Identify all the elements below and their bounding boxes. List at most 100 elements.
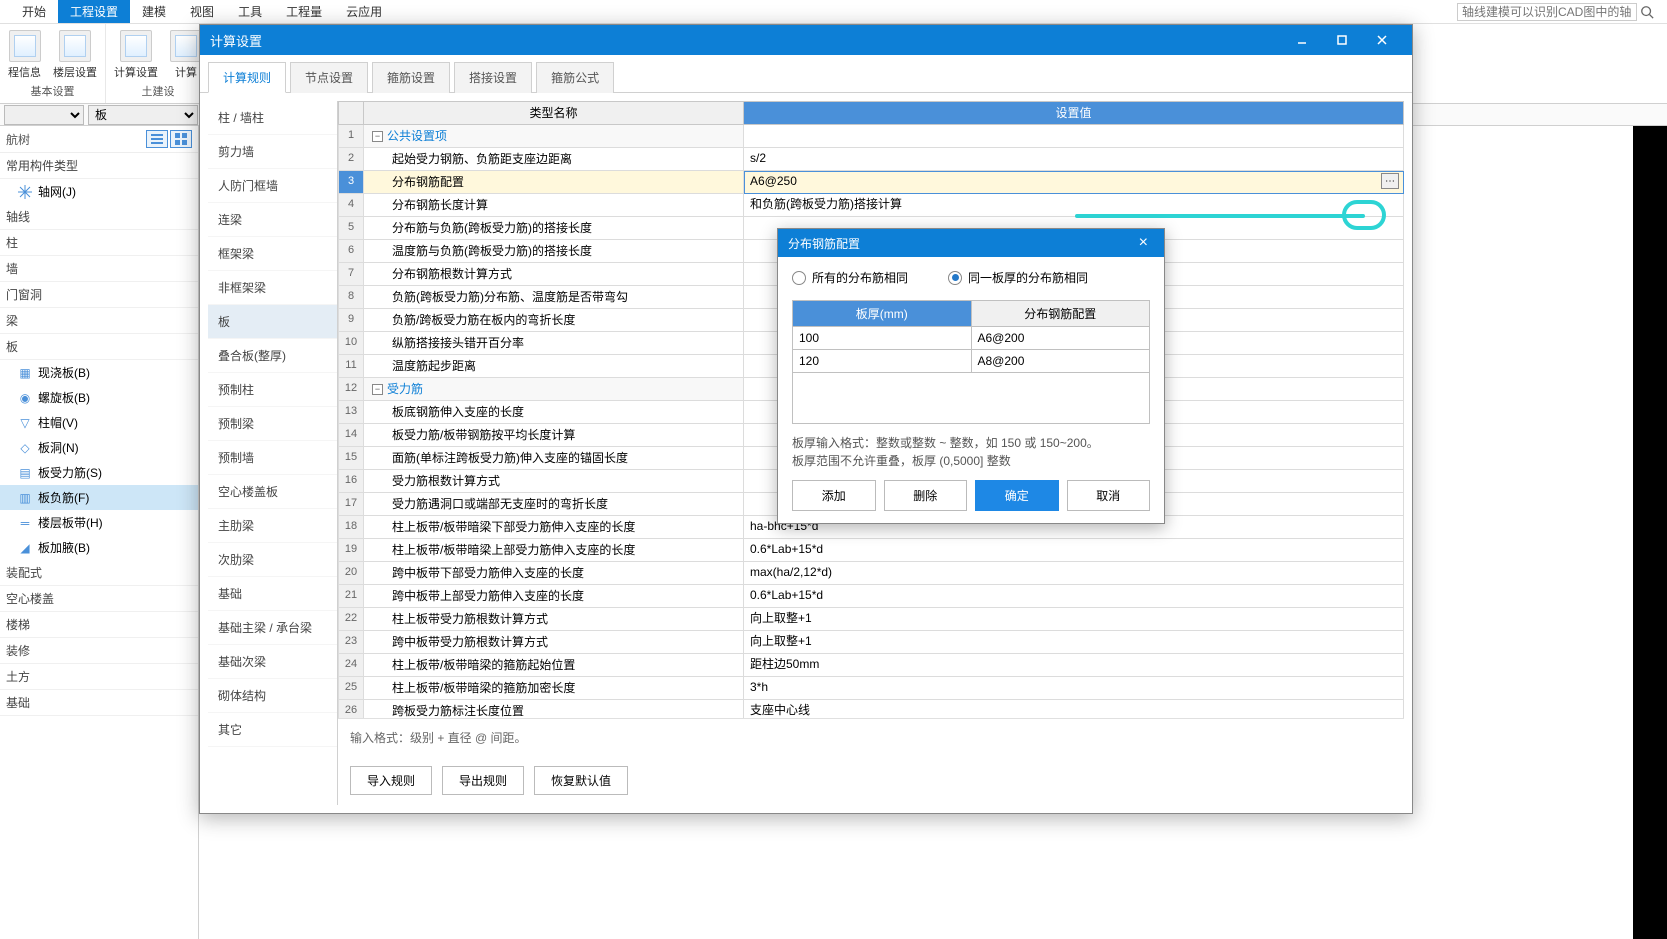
popup-button[interactable]: 取消 <box>1067 480 1151 511</box>
popup-button[interactable]: 添加 <box>792 480 876 511</box>
category-item[interactable]: 连梁 <box>208 203 337 237</box>
dialog-tab[interactable]: 节点设置 <box>290 62 368 93</box>
settings-row[interactable]: 19柱上板带/板带暗梁上部受力筋伸入支座的长度0.6*Lab+15*d <box>338 539 1404 562</box>
ribbon-project-info[interactable]: 程信息 <box>8 30 41 80</box>
settings-row[interactable]: 25柱上板带/板带暗梁的箍筋加密长度3*h <box>338 677 1404 700</box>
tree-cat[interactable]: 梁 <box>0 308 198 334</box>
footer-button[interactable]: 导出规则 <box>442 766 524 795</box>
footer-button[interactable]: 恢复默认值 <box>534 766 628 795</box>
category-item[interactable]: 砌体结构 <box>208 679 337 713</box>
row-value[interactable]: s/2 <box>744 148 1404 171</box>
tree-item-board[interactable]: ◉螺旋板(B) <box>0 385 198 410</box>
menu-start[interactable]: 开始 <box>10 0 58 23</box>
grid-view-icon[interactable] <box>170 130 192 148</box>
category-item[interactable]: 基础次梁 <box>208 645 337 679</box>
col-rebar-config[interactable]: 分布钢筋配置 <box>972 301 1150 327</box>
category-item[interactable]: 其它 <box>208 713 337 747</box>
category-item[interactable]: 预制梁 <box>208 407 337 441</box>
minimize-icon[interactable] <box>1282 25 1322 55</box>
ellipsis-button[interactable]: ⋯ <box>1381 173 1399 189</box>
dialog-tab[interactable]: 箍筋公式 <box>536 62 614 93</box>
list-view-icon[interactable] <box>146 130 168 148</box>
row-value[interactable]: A6@250⋯ <box>744 171 1404 194</box>
settings-row[interactable]: 2起始受力钢筋、负筋距支座边距离s/2 <box>338 148 1404 171</box>
settings-row[interactable]: 4分布钢筋长度计算和负筋(跨板受力筋)搭接计算 <box>338 194 1404 217</box>
settings-row[interactable]: 22柱上板带受力筋根数计算方式向上取整+1 <box>338 608 1404 631</box>
col-thickness[interactable]: 板厚(mm) <box>793 301 972 327</box>
cell-config[interactable]: A8@200 <box>972 350 1150 373</box>
category-item[interactable]: 板 <box>208 305 337 339</box>
category-item[interactable]: 柱 / 墙柱 <box>208 101 337 135</box>
tree-item-board[interactable]: ◢板加腋(B) <box>0 535 198 560</box>
category-item[interactable]: 基础主梁 / 承台梁 <box>208 611 337 645</box>
tree-cat[interactable]: 基础 <box>0 690 198 716</box>
popup-button[interactable]: 删除 <box>884 480 968 511</box>
tree-cat[interactable]: 装配式 <box>0 560 198 586</box>
tree-cat[interactable]: 轴线 <box>0 204 198 230</box>
maximize-icon[interactable] <box>1322 25 1362 55</box>
tree-cat[interactable]: 柱 <box>0 230 198 256</box>
radio-all-same[interactable]: 所有的分布筋相同 <box>792 269 908 286</box>
search-input[interactable] <box>1457 3 1637 21</box>
collapse-icon[interactable]: − <box>372 131 383 142</box>
table-row[interactable]: 100A6@200 <box>793 327 1149 350</box>
row-value[interactable]: 支座中心线 <box>744 700 1404 718</box>
menu-quantity[interactable]: 工程量 <box>274 0 334 23</box>
tree-item-board[interactable]: ▤板受力筋(S) <box>0 460 198 485</box>
popup-button[interactable]: 确定 <box>975 480 1059 511</box>
menu-tools[interactable]: 工具 <box>226 0 274 23</box>
cell-thickness[interactable]: 100 <box>793 327 972 350</box>
row-value[interactable]: 0.6*Lab+15*d <box>744 585 1404 608</box>
row-value[interactable]: 和负筋(跨板受力筋)搭接计算 <box>744 194 1404 217</box>
tree-item-board[interactable]: ▦现浇板(B) <box>0 360 198 385</box>
component-select[interactable]: 板 <box>88 105 198 125</box>
menu-view[interactable]: 视图 <box>178 0 226 23</box>
tree-item-board[interactable]: ═楼层板带(H) <box>0 510 198 535</box>
footer-button[interactable]: 导入规则 <box>350 766 432 795</box>
category-item[interactable]: 框架梁 <box>208 237 337 271</box>
category-item[interactable]: 预制墙 <box>208 441 337 475</box>
menu-project-settings[interactable]: 工程设置 <box>58 0 130 23</box>
row-value[interactable] <box>744 125 1404 148</box>
category-item[interactable]: 叠合板(整厚) <box>208 339 337 373</box>
category-item[interactable]: 人防门框墙 <box>208 169 337 203</box>
ribbon-floor-settings[interactable]: 楼层设置 <box>53 30 97 80</box>
category-item[interactable]: 空心楼盖板 <box>208 475 337 509</box>
settings-row[interactable]: 23跨中板带受力筋根数计算方式向上取整+1 <box>338 631 1404 654</box>
category-item[interactable]: 预制柱 <box>208 373 337 407</box>
settings-row[interactable]: 26跨板受力筋标注长度位置支座中心线 <box>338 700 1404 718</box>
menu-cloud[interactable]: 云应用 <box>334 0 394 23</box>
settings-row[interactable]: 24柱上板带/板带暗梁的箍筋起始位置距柱边50mm <box>338 654 1404 677</box>
search-icon[interactable] <box>1637 2 1657 22</box>
close-icon[interactable] <box>1362 25 1402 55</box>
settings-row[interactable]: 21跨中板带上部受力筋伸入支座的长度0.6*Lab+15*d <box>338 585 1404 608</box>
settings-row[interactable]: 3分布钢筋配置A6@250⋯ <box>338 171 1404 194</box>
dialog-tab[interactable]: 搭接设置 <box>454 62 532 93</box>
row-value[interactable]: 向上取整+1 <box>744 631 1404 654</box>
tree-cat[interactable]: 空心楼盖 <box>0 586 198 612</box>
ribbon-calc-settings[interactable]: 计算设置 <box>114 30 158 80</box>
table-row[interactable]: 120A8@200 <box>793 350 1149 373</box>
dialog-tab[interactable]: 箍筋设置 <box>372 62 450 93</box>
category-item[interactable]: 剪力墙 <box>208 135 337 169</box>
floor-select[interactable] <box>4 105 84 125</box>
row-value[interactable]: max(ha/2,12*d) <box>744 562 1404 585</box>
tree-item-axis[interactable]: 轴网(J) <box>0 179 198 204</box>
tree-item-board[interactable]: ◇板洞(N) <box>0 435 198 460</box>
tree-item-board[interactable]: ▽柱帽(V) <box>0 410 198 435</box>
category-item[interactable]: 非框架梁 <box>208 271 337 305</box>
collapse-icon[interactable]: − <box>372 384 383 395</box>
tree-cat[interactable]: 墙 <box>0 256 198 282</box>
radio-same-thickness[interactable]: 同一板厚的分布筋相同 <box>948 269 1088 286</box>
settings-row[interactable]: 1−公共设置项 <box>338 125 1404 148</box>
settings-row[interactable]: 20跨中板带下部受力筋伸入支座的长度max(ha/2,12*d) <box>338 562 1404 585</box>
tree-item-board[interactable]: ▥板负筋(F) <box>0 485 198 510</box>
ribbon-calc[interactable]: 计算 <box>170 30 202 80</box>
tree-cat[interactable]: 板 <box>0 334 198 360</box>
tree-cat[interactable]: 土方 <box>0 664 198 690</box>
row-value[interactable]: 0.6*Lab+15*d <box>744 539 1404 562</box>
cell-thickness[interactable]: 120 <box>793 350 972 373</box>
menu-modeling[interactable]: 建模 <box>130 0 178 23</box>
row-value[interactable]: 向上取整+1 <box>744 608 1404 631</box>
category-item[interactable]: 主肋梁 <box>208 509 337 543</box>
